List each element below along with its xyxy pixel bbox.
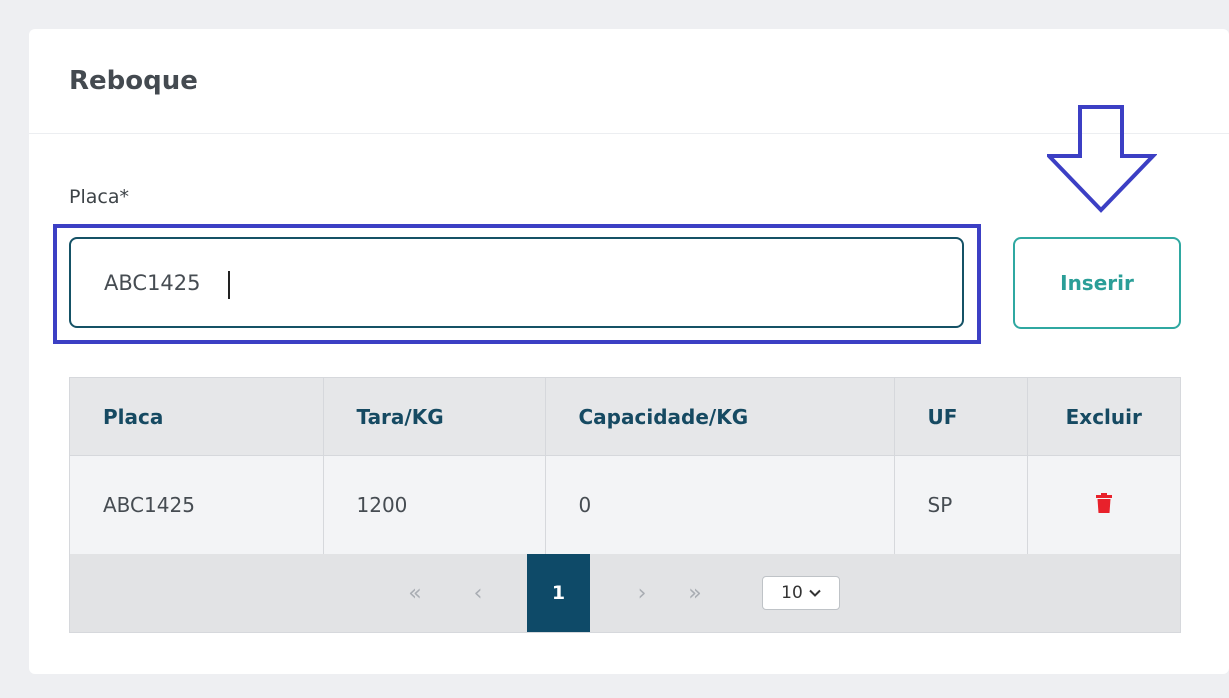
cell-uf: SP <box>894 455 1028 555</box>
column-header-tara: Tara/KG <box>323 378 546 456</box>
insert-button[interactable]: Inserir <box>1013 237 1181 329</box>
down-arrow-annotation-icon <box>1047 105 1157 213</box>
pagination-bar: « ‹ 1 › » 10 <box>70 554 1180 632</box>
trash-icon[interactable] <box>1095 492 1112 513</box>
cell-placa: ABC1425 <box>70 455 324 555</box>
last-page-button[interactable]: » <box>680 554 710 632</box>
table-row: ABC1425 1200 0 SP <box>70 455 1180 555</box>
column-header-uf: UF <box>894 378 1028 456</box>
prev-page-button[interactable]: ‹ <box>466 554 490 632</box>
placa-input[interactable] <box>69 237 964 328</box>
cell-excluir <box>1027 455 1180 555</box>
page-1-button[interactable]: 1 <box>527 554 590 632</box>
cell-tara: 1200 <box>323 455 546 555</box>
first-page-button[interactable]: « <box>400 554 430 632</box>
next-page-button[interactable]: › <box>630 554 654 632</box>
page-size-select[interactable]: 10 <box>762 576 840 610</box>
reboque-table: Placa Tara/KG Capacidade/KG UF Excluir A… <box>69 377 1181 633</box>
column-header-capacidade: Capacidade/KG <box>545 378 895 456</box>
placa-label: Placa* <box>69 186 129 208</box>
text-caret <box>228 271 230 299</box>
cell-capacidade: 0 <box>545 455 895 555</box>
column-header-placa: Placa <box>70 378 324 456</box>
column-header-excluir: Excluir <box>1027 378 1180 456</box>
page-size-value: 10 <box>781 583 803 603</box>
section-title: Reboque <box>69 66 198 96</box>
table-header-row: Placa Tara/KG Capacidade/KG UF Excluir <box>70 378 1180 456</box>
chevron-down-icon <box>809 589 821 597</box>
